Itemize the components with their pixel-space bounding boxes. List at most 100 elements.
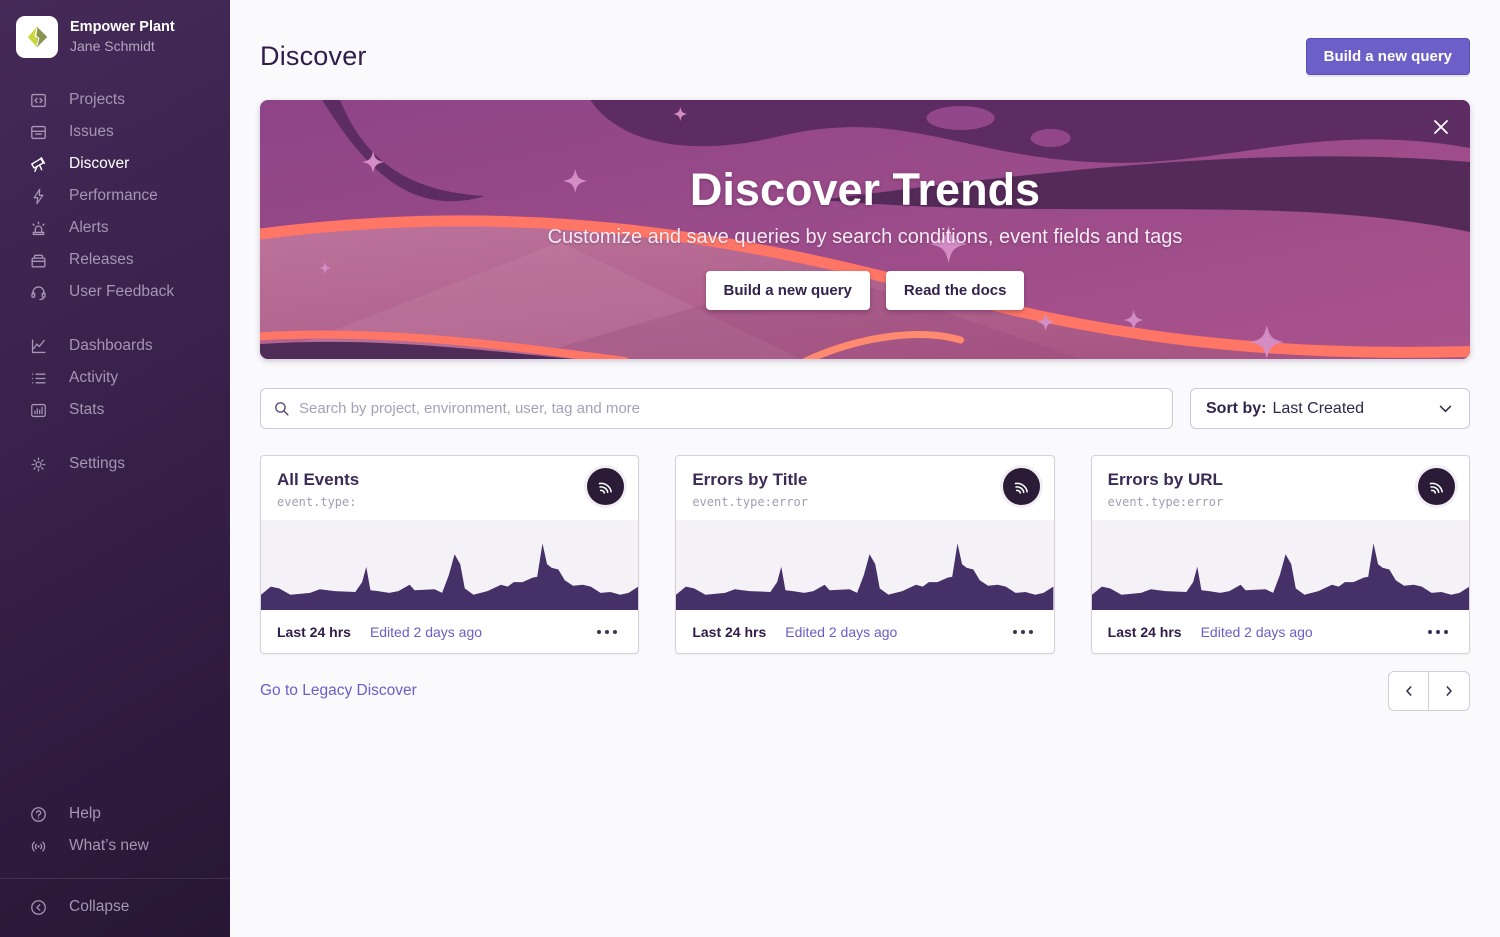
card-title: All Events <box>277 470 622 490</box>
card-overflow-menu-button[interactable] <box>1008 625 1038 639</box>
query-card-all-events[interactable]: All Events event.type: Last 24 hrs <box>260 455 639 654</box>
sentry-logo-icon <box>1011 476 1032 497</box>
sentry-logo-icon <box>595 476 616 497</box>
sidebar-item-dashboards[interactable]: Dashboards <box>0 330 230 362</box>
card-overflow-menu-button[interactable] <box>592 625 622 639</box>
sidebar-secondary-nav: Dashboards Activity Stats <box>0 330 230 426</box>
chevron-down-icon <box>1437 400 1454 417</box>
creator-avatar <box>1418 468 1455 505</box>
discover-icon <box>28 154 48 174</box>
sidebar-item-stats[interactable]: Stats <box>0 394 230 426</box>
sidebar-item-label: Activity <box>69 369 118 387</box>
sidebar-primary-nav: Projects Issues Discover <box>0 84 230 308</box>
sidebar-item-label: Issues <box>69 123 114 141</box>
org-name: Empower Plant <box>70 18 175 38</box>
card-query: event.type:error <box>1108 495 1453 509</box>
chevron-right-icon <box>1441 683 1457 699</box>
search-box <box>260 388 1173 429</box>
sidebar-item-alerts[interactable]: Alerts <box>0 212 230 244</box>
sidebar-item-whats-new[interactable]: What’s new <box>0 830 230 862</box>
help-icon <box>28 804 48 824</box>
sidebar-item-label: Collapse <box>69 898 129 916</box>
user-name: Jane Schmidt <box>70 37 175 56</box>
search-icon <box>273 400 290 417</box>
performance-icon <box>28 186 48 206</box>
build-new-query-button[interactable]: Build a new query <box>1306 38 1470 75</box>
user-feedback-icon <box>28 282 48 302</box>
main-content: Discover Build a new query <box>230 0 1500 937</box>
card-edited: Edited 2 days ago <box>1201 624 1313 640</box>
projects-icon <box>28 90 48 110</box>
ellipsis-icon <box>1012 629 1034 635</box>
alerts-icon <box>28 218 48 238</box>
sparkline-chart <box>676 520 1053 610</box>
page-title: Discover <box>260 41 367 72</box>
sidebar-item-label: Releases <box>69 251 134 269</box>
query-card-errors-by-url[interactable]: Errors by URL event.type:error Last <box>1091 455 1470 654</box>
sidebar-item-label: Help <box>69 805 101 823</box>
ellipsis-icon <box>1427 629 1449 635</box>
sidebar-item-discover[interactable]: Discover <box>0 148 230 180</box>
card-timeframe: Last 24 hrs <box>1108 624 1182 640</box>
card-edited: Edited 2 days ago <box>370 624 482 640</box>
banner-subtitle: Customize and save queries by search con… <box>548 226 1183 249</box>
sidebar-item-user-feedback[interactable]: User Feedback <box>0 276 230 308</box>
pagination <box>1388 671 1470 711</box>
stats-icon <box>28 400 48 420</box>
sidebar-item-help[interactable]: Help <box>0 798 230 830</box>
issues-icon <box>28 122 48 142</box>
banner-build-query-button[interactable]: Build a new query <box>706 271 870 310</box>
search-input[interactable] <box>260 388 1173 429</box>
sidebar-item-performance[interactable]: Performance <box>0 180 230 212</box>
org-switcher[interactable]: Empower Plant Jane Schmidt <box>0 16 230 58</box>
sidebar-item-issues[interactable]: Issues <box>0 116 230 148</box>
card-title: Errors by URL <box>1108 470 1453 490</box>
org-identity: Empower Plant Jane Schmidt <box>70 18 175 56</box>
chevron-left-icon <box>1401 683 1417 699</box>
sidebar-collapse-button[interactable]: Collapse <box>0 891 230 923</box>
card-overflow-menu-button[interactable] <box>1423 625 1453 639</box>
releases-icon <box>28 250 48 270</box>
ellipsis-icon <box>596 629 618 635</box>
pagination-prev-button[interactable] <box>1388 671 1429 711</box>
sparkline-chart <box>1092 520 1469 610</box>
sort-label: Sort by: <box>1206 400 1266 418</box>
gear-icon <box>28 454 48 474</box>
sort-value: Last Created <box>1272 400 1364 418</box>
sparkline-chart <box>261 520 638 610</box>
close-icon <box>1431 117 1451 137</box>
saved-query-cards: All Events event.type: Last 24 hrs <box>260 455 1470 654</box>
banner-title: Discover Trends <box>690 164 1040 216</box>
banner-close-button[interactable] <box>1426 112 1456 142</box>
legacy-discover-link[interactable]: Go to Legacy Discover <box>260 682 417 700</box>
sidebar-item-activity[interactable]: Activity <box>0 362 230 394</box>
sidebar-item-label: Stats <box>69 401 104 419</box>
banner-read-docs-button[interactable]: Read the docs <box>886 271 1025 310</box>
sidebar-item-label: Projects <box>69 91 125 109</box>
sidebar-footer: Help What’s new Collapse <box>0 798 230 923</box>
discover-trends-banner: Discover Trends Customize and save queri… <box>260 100 1470 359</box>
sidebar-item-label: Dashboards <box>69 337 153 355</box>
empower-plant-logo-icon <box>24 24 50 50</box>
query-card-errors-by-title[interactable]: Errors by Title event.type:error Las <box>675 455 1054 654</box>
collapse-chevron-icon <box>28 897 48 917</box>
sidebar-item-releases[interactable]: Releases <box>0 244 230 276</box>
activity-icon <box>28 368 48 388</box>
sort-dropdown[interactable]: Sort by: Last Created <box>1190 388 1470 429</box>
sidebar-settings-nav: Settings <box>0 448 230 480</box>
card-timeframe: Last 24 hrs <box>692 624 766 640</box>
sidebar-item-settings[interactable]: Settings <box>0 448 230 480</box>
dashboards-icon <box>28 336 48 356</box>
sidebar-item-label: Performance <box>69 187 158 205</box>
card-query: event.type:error <box>692 495 1037 509</box>
creator-avatar <box>1003 468 1040 505</box>
sidebar-item-label: User Feedback <box>69 283 174 301</box>
sidebar-item-projects[interactable]: Projects <box>0 84 230 116</box>
sidebar-item-label: Settings <box>69 455 125 473</box>
card-edited: Edited 2 days ago <box>785 624 897 640</box>
card-title: Errors by Title <box>692 470 1037 490</box>
sidebar-item-label: Discover <box>69 155 129 173</box>
card-timeframe: Last 24 hrs <box>277 624 351 640</box>
pagination-next-button[interactable] <box>1429 671 1470 711</box>
sentry-logo-icon <box>1426 476 1447 497</box>
